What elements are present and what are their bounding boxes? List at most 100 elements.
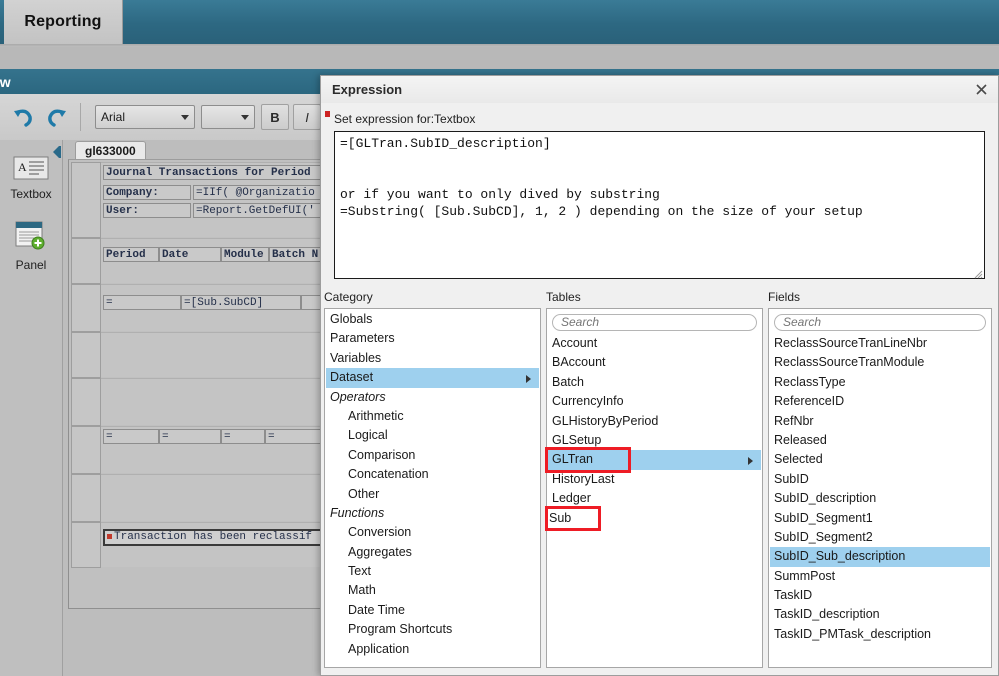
field-item[interactable]: SubID_Segment1 [770,509,990,528]
cell-header-date[interactable]: Date [159,247,221,262]
table-item[interactable]: HistoryLast [548,470,761,489]
tool-panel[interactable]: Panel [0,221,62,272]
category-item[interactable]: Functions [326,504,539,523]
tables-search-input[interactable] [552,313,757,331]
band-gutter-detail[interactable] [71,332,101,378]
field-item[interactable]: ReclassType [770,373,990,392]
band-gutter-group-header[interactable] [71,284,101,332]
font-size-select[interactable] [201,105,255,129]
report-tab-gl633000[interactable]: gl633000 [75,141,146,160]
category-item[interactable]: Date Time [326,601,539,620]
field-item[interactable]: SubID [770,470,990,489]
cell-group-equals[interactable]: = [103,295,181,310]
category-listbox[interactable]: Globals Parameters Variables Dataset Operato… [324,308,541,668]
category-item[interactable]: Other [326,485,539,504]
category-item-label: Other [348,486,380,501]
close-icon[interactable] [970,79,992,99]
tool-textbox-label: Textbox [10,187,52,201]
category-item[interactable]: Globals [326,310,539,329]
category-item[interactable]: Conversion [326,523,539,542]
table-item[interactable]: Batch [548,373,761,392]
field-item[interactable]: Selected [770,450,990,469]
field-item[interactable]: ReclassSourceTranModule [770,353,990,372]
tab-reporting[interactable]: Reporting [4,0,123,44]
category-items[interactable]: Globals Parameters Variables Dataset Operato… [326,310,539,666]
cell-footer-equals-4[interactable]: = [265,429,325,444]
category-item[interactable]: Text [326,562,539,581]
cell-company-label[interactable]: Company: [103,185,191,200]
field-item[interactable]: SubID_Segment2 [770,528,990,547]
tables-listbox[interactable]: Account BAccount Batch CurrencyInfo GLHistor… [546,308,763,668]
field-item[interactable]: RefNbr [770,412,990,431]
field-item[interactable]: TaskID_PMTask_description [770,625,990,644]
table-item[interactable]: Sub [548,509,761,528]
field-item[interactable]: ReclassSourceTranLineNbr [770,334,990,353]
table-item[interactable]: CurrencyInfo [548,392,761,411]
category-item-label: Logical [348,428,388,443]
collapse-panel-icon[interactable] [48,143,64,161]
category-item[interactable]: Parameters [326,329,539,348]
italic-label: I [305,109,309,125]
cell-footer-equals-3[interactable]: = [221,429,265,444]
field-item[interactable]: ReferenceID [770,392,990,411]
redo-icon[interactable] [40,100,74,134]
band-gutter-report-footer[interactable] [71,426,101,474]
field-item-label: ReclassSourceTranLineNbr [774,336,928,350]
cell-reclassified-message[interactable]: Transaction has been reclassif [103,529,343,546]
field-item[interactable]: SummPost [770,567,990,586]
fields-search-input[interactable] [774,313,986,331]
fields-items[interactable]: ReclassSourceTranLineNbr ReclassSourceTra… [770,334,990,666]
category-item-label: Aggregates [348,544,412,559]
chevron-right-icon [526,375,531,384]
category-item[interactable]: Aggregates [326,543,539,562]
cell-group-subcd[interactable]: =[Sub.SubCD] [181,295,301,310]
font-family-select[interactable]: Arial [95,105,195,129]
table-item[interactable]: Account [548,334,761,353]
cell-footer-equals-2[interactable]: = [159,429,221,444]
table-item[interactable]: GLSetup [548,431,761,450]
report-tab-label: gl633000 [85,144,136,158]
category-header: Category [324,290,373,304]
cell-header-period[interactable]: Period [103,247,159,262]
field-item[interactable]: SubID_description [770,489,990,508]
undo-icon[interactable] [6,100,40,134]
resize-grip-icon[interactable] [973,269,983,279]
cell-header-module[interactable]: Module [221,247,269,262]
table-item-label: Ledger [552,491,591,506]
category-item[interactable]: Comparison [326,446,539,465]
band-gutter-page-header[interactable] [71,162,101,238]
category-item[interactable]: Concatenation [326,465,539,484]
table-item[interactable]: GLTran [548,450,761,470]
field-item-label: SubID_Sub_description [774,549,906,564]
fields-listbox[interactable]: ReclassSourceTranLineNbr ReclassSourceTra… [768,308,992,668]
category-item[interactable]: Operators [326,388,539,407]
field-item[interactable]: TaskID [770,586,990,605]
category-item[interactable]: Program Shortcuts [326,620,539,639]
category-item[interactable]: Math [326,581,539,600]
table-item[interactable]: Ledger [548,489,761,508]
band-gutter-group-footer[interactable] [71,378,101,426]
field-item[interactable]: Released [770,431,990,450]
cell-user-label[interactable]: User: [103,203,191,218]
field-item-label: ReclassSourceTranModule [774,355,925,370]
tool-textbox[interactable]: A Textbox [0,156,62,201]
category-item[interactable]: Dataset [326,368,539,388]
table-item[interactable]: BAccount [548,353,761,372]
band-gutter-extra[interactable] [71,522,101,568]
field-item[interactable]: SubID_Sub_description [770,547,990,567]
category-item[interactable]: Arithmetic [326,407,539,426]
italic-button[interactable]: I [293,104,321,130]
table-item[interactable]: GLHistoryByPeriod [548,412,761,431]
cell-footer-equals-1[interactable]: = [103,429,159,444]
category-item-label: Math [348,583,376,598]
expression-input[interactable] [334,131,985,279]
field-item-label: SubID [774,471,809,486]
category-item[interactable]: Variables [326,349,539,368]
field-item[interactable]: TaskID_description [770,605,990,624]
band-gutter-report-header[interactable] [71,238,101,284]
band-gutter-page-footer[interactable] [71,474,101,522]
category-item[interactable]: Application [326,640,539,659]
tables-items[interactable]: Account BAccount Batch CurrencyInfo GLHistor… [548,334,761,666]
bold-button[interactable]: B [261,104,289,130]
category-item[interactable]: Logical [326,426,539,445]
